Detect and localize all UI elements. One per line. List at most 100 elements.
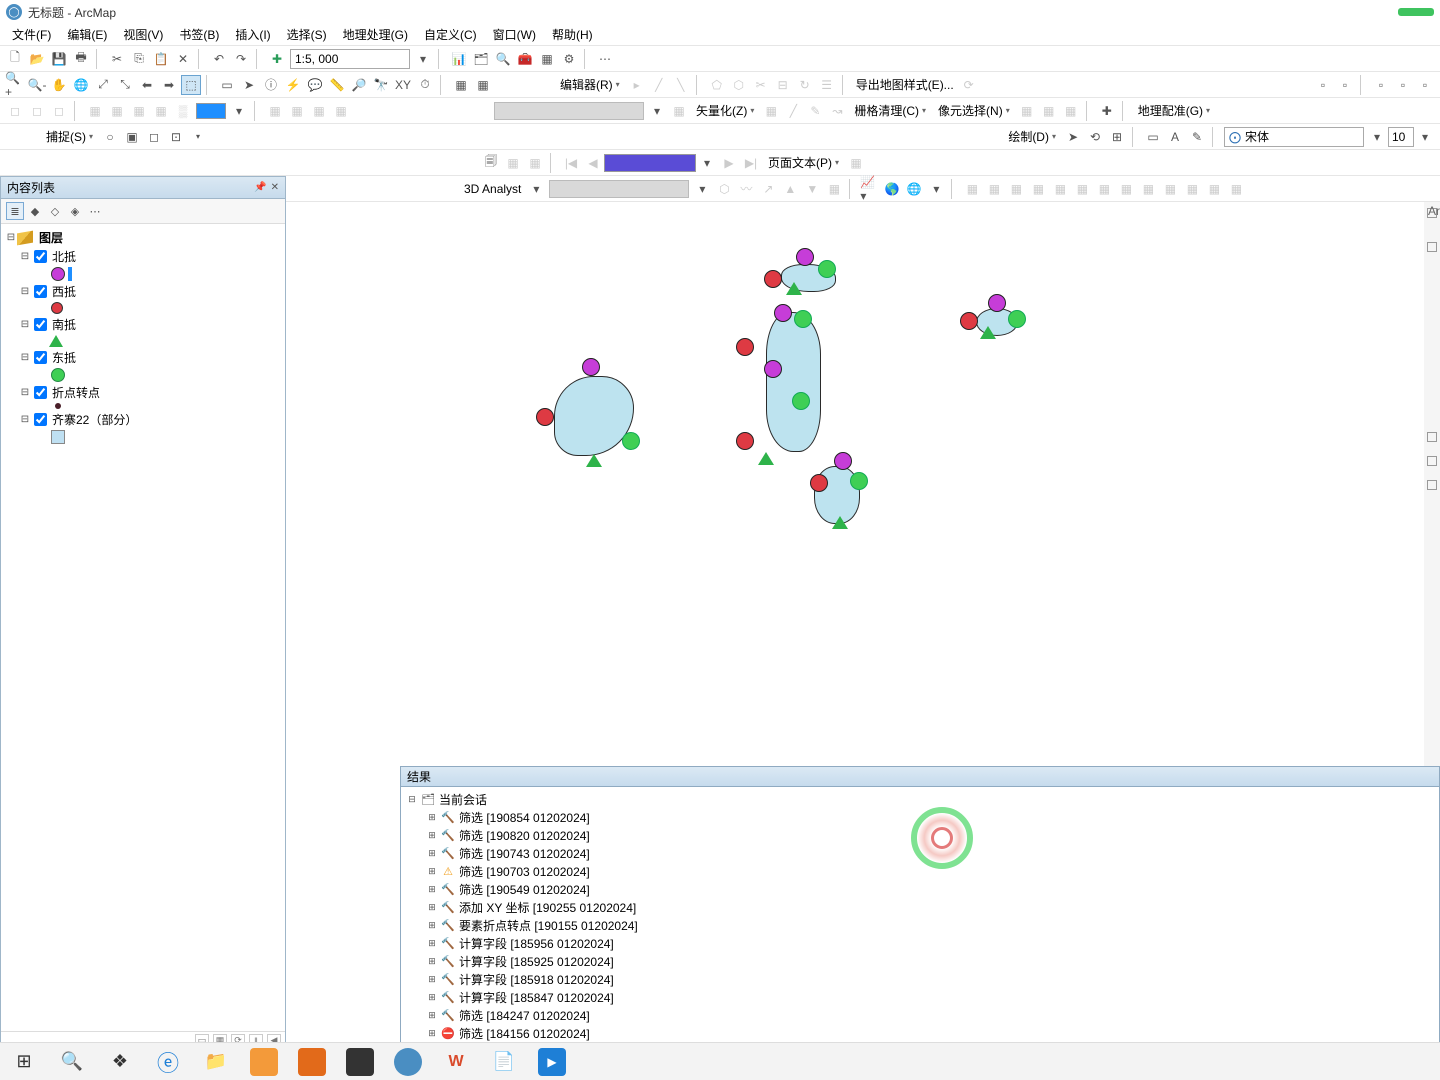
expand-icon[interactable]: ⊞ [427,830,437,841]
color-swatch[interactable] [196,103,226,119]
layer-checkbox[interactable] [34,351,47,364]
fixed-zoomout-icon[interactable]: ⤡ [115,75,135,95]
recorder-icon[interactable]: ▶ [532,1046,572,1078]
draw-pointer-icon[interactable]: ➤ [1063,127,1083,147]
expand-icon[interactable]: ⊞ [427,812,437,823]
draw-group-icon[interactable]: ⊞ [1107,127,1127,147]
menu-file[interactable]: 文件(F) [4,24,59,45]
expand-icon[interactable]: ⊞ [427,992,437,1003]
snap-edge-icon[interactable]: ⊡ [166,127,186,147]
layer-checkbox[interactable] [34,386,47,399]
layer-checkbox[interactable] [34,318,47,331]
measure-icon[interactable]: 📏 [327,75,347,95]
undo-icon[interactable]: ↶ [209,49,229,69]
select-tool-icon[interactable]: ⬚ [181,75,201,95]
wps-icon[interactable]: W [436,1046,476,1078]
result-item[interactable]: ⊞🔨筛选 [190549 01202024] [427,881,1433,899]
symbol-green-triangle-icon[interactable] [49,335,63,347]
draw-rotate-icon[interactable]: ⟲ [1085,127,1105,147]
create-viewer-icon[interactable]: ▦ [473,75,493,95]
expand-icon[interactable]: ⊞ [427,1010,437,1021]
fontsize-dd-icon[interactable]: ▾ [1415,127,1435,147]
edge-icon[interactable]: ⓔ [148,1046,188,1078]
snapping-icon1[interactable]: ▫ [1313,75,1333,95]
layer-checkbox[interactable] [34,250,47,263]
menu-help[interactable]: 帮助(H) [544,24,601,45]
toc-options-icon[interactable]: ⋯ [86,202,104,220]
rail-expand-icon[interactable] [1427,242,1437,252]
layout-dd-icon[interactable]: ▾ [697,153,717,173]
symbol-magenta-circle-icon[interactable] [51,267,65,281]
toc-by-selection-icon[interactable]: ◈ [66,202,84,220]
collapse-icon[interactable]: ⊟ [19,286,31,297]
collapse-icon[interactable]: ⊟ [19,251,31,262]
toolbar-icon-a[interactable]: ▫ [1371,75,1391,95]
page-text-menu[interactable]: 页面文本(P) [762,154,845,171]
cut-icon[interactable]: ✂ [107,49,127,69]
add-point-icon[interactable]: ✚ [1097,101,1117,121]
a3d-scene-icon[interactable]: 🌐 [904,179,924,199]
result-item[interactable]: ⊞🔨计算字段 [185956 01202024] [427,935,1433,953]
menu-view[interactable]: 视图(V) [115,24,171,45]
explorer-icon[interactable]: 📁 [196,1046,236,1078]
identify-icon[interactable]: ⓘ [261,75,281,95]
expand-icon[interactable]: ⊞ [427,848,437,859]
snap-vertex-icon[interactable]: ◻ [144,127,164,147]
analyst3d-layer-dd-icon[interactable]: ▾ [692,179,712,199]
save-icon[interactable]: 💾 [49,49,69,69]
result-item[interactable]: ⊞🔨计算字段 [185847 01202024] [427,989,1433,1007]
select-features-icon[interactable]: ▭ [217,75,237,95]
toc-by-drawing-icon[interactable]: ≣ [6,202,24,220]
menu-geoprocessing[interactable]: 地理处理(G) [335,24,416,45]
a3d-tool-dd-icon[interactable]: ▾ [926,179,946,199]
symbol-green-circle-icon[interactable] [51,368,65,382]
collapse-icon[interactable]: ⊟ [19,414,31,425]
collapse-icon[interactable]: ⊟ [407,794,417,805]
result-item[interactable]: ⊞🔨计算字段 [185918 01202024] [427,971,1433,989]
analyst3d-layer-select[interactable] [549,180,689,198]
a3d-globe-icon[interactable]: 🌎 [882,179,902,199]
layer-name[interactable]: 北抵 [52,248,76,265]
find-route-icon[interactable]: 🔭 [371,75,391,95]
export-map-style-button[interactable]: 导出地图样式(E)... [856,76,954,93]
layer-name[interactable]: 西抵 [52,283,76,300]
delete-icon[interactable]: ✕ [173,49,193,69]
redo-icon[interactable]: ↷ [231,49,251,69]
expand-icon[interactable]: ⊞ [427,1028,437,1039]
layout-page-select[interactable] [605,155,695,171]
draw-edit-icon[interactable]: ✎ [1187,127,1207,147]
results-root[interactable]: 当前会话 [439,791,487,808]
prev-extent-icon[interactable]: ⬅ [137,75,157,95]
search-icon[interactable]: 🔍 [493,49,513,69]
toc-root[interactable]: 图层 [39,229,63,246]
collapse-icon[interactable]: ⊟ [19,352,31,363]
menu-window[interactable]: 窗口(W) [485,24,544,45]
menu-bookmark[interactable]: 书签(B) [171,24,227,45]
add-data-icon[interactable]: ✚ [267,49,287,69]
layer-checkbox[interactable] [34,413,47,426]
toolbar-icon-b[interactable]: ▫ [1393,75,1413,95]
expand-icon[interactable]: ⊞ [427,920,437,931]
fixed-zoomin-icon[interactable]: ⤢ [93,75,113,95]
collapse-icon[interactable]: ⊟ [19,387,31,398]
toc-by-source-icon[interactable]: ◆ [26,202,44,220]
go-xy-icon[interactable]: XY [393,75,413,95]
editor-menu[interactable]: 编辑器(R) [554,76,626,93]
task-view-icon[interactable]: ❖ [100,1046,140,1078]
arctoolbox-icon[interactable]: 🧰 [515,49,535,69]
snap-dd-icon[interactable]: ▾ [188,127,208,147]
collapse-icon[interactable]: ⊟ [5,232,17,243]
expand-icon[interactable]: ⊞ [427,884,437,895]
layer-name[interactable]: 齐寨22（部分） [52,411,137,428]
snapping-icon2[interactable]: ▫ [1335,75,1355,95]
result-item[interactable]: ⊞🔨要素折点转点 [190155 01202024] [427,917,1433,935]
swatch-dd-icon[interactable]: ▾ [229,101,249,121]
blender-icon[interactable] [244,1046,284,1078]
raster-cleanup-menu[interactable]: 栅格清理(C) [848,102,932,119]
snap-end-icon[interactable]: ▣ [122,127,142,147]
extensions-icon[interactable]: ⋯ [595,49,615,69]
html-popup-icon[interactable]: 💬 [305,75,325,95]
draw-rect-icon[interactable]: ▭ [1143,127,1163,147]
toc-pin-icon[interactable]: 📌 [254,182,266,193]
georeference-menu[interactable]: 地理配准(G) [1132,102,1216,119]
